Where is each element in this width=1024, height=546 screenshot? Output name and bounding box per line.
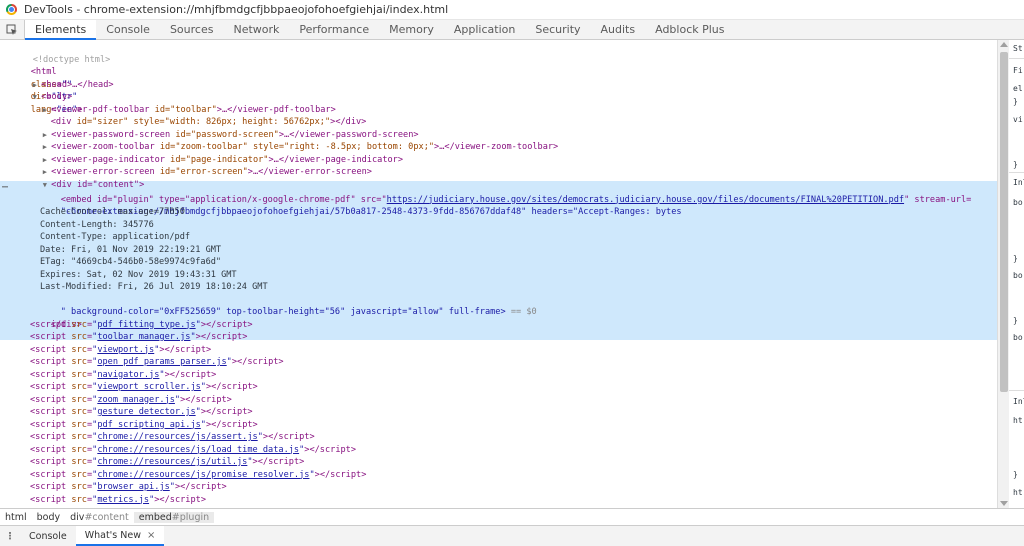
inspect-element-button[interactable] [0, 20, 25, 39]
dom-line-embed-header[interactable]: ETag: "4669cb4-546b0-58e9974c9fa6d" [40, 256, 221, 269]
dom-line-node[interactable]: ▶ <viewer-password-screen id="password-s… [22, 116, 419, 140]
dom-line-script[interactable]: <script src="gesture_detector.js"></scri… [30, 406, 253, 419]
style-rule-text: bo [1013, 333, 1023, 342]
tab-network[interactable]: Network [223, 20, 289, 39]
dom-line-embed-header[interactable]: Content-Type: application/pdf [40, 231, 190, 244]
dom-line-script[interactable]: <script src="chrome://resources/js/load_… [30, 444, 356, 457]
dom-line-script[interactable]: <script src="zoom_manager.js"></script> [30, 394, 232, 407]
scroll-down-arrow-icon[interactable] [1000, 501, 1008, 506]
breadcrumb-embed-plugin[interactable]: embed#plugin [133, 512, 215, 523]
drawer-tab-bar: ⋮ Console What's New × [0, 525, 1024, 546]
dom-line-script[interactable]: <script src="viewport.js"></script> [30, 344, 211, 357]
breadcrumb-body[interactable]: body [32, 512, 66, 523]
node-actions-ellipsis[interactable]: ⋯ [2, 182, 8, 193]
drawer-tab-whats-new[interactable]: What's New × [75, 526, 165, 546]
dom-line-embed-header[interactable]: Last-Modified: Fri, 26 Jul 2019 18:10:24… [40, 281, 268, 294]
styles-tab-label[interactable]: St [1013, 44, 1023, 53]
dom-line-head[interactable]: ▶ <head>…</head> [12, 66, 114, 90]
style-rule-text: } [1013, 160, 1018, 169]
dom-line-body[interactable]: ▼ <body> [12, 79, 72, 102]
tab-performance[interactable]: Performance [289, 20, 379, 39]
dom-line-node[interactable]: ▶ <viewer-pdf-toolbar id="toolbar">…</vi… [22, 91, 336, 115]
dom-line-script[interactable]: <script src="open_pdf_params_parser.js">… [30, 356, 284, 369]
dom-line-embed-stream[interactable]: "chrome-extension://mhjfbmdgcfjbbpaeojof… [40, 194, 682, 217]
style-rule-text: } [1013, 254, 1018, 263]
inspect-cursor-icon [6, 24, 17, 35]
tab-sources[interactable]: Sources [160, 20, 224, 39]
dom-line-script[interactable]: <script src="toolbar_manager.js"></scrip… [30, 331, 247, 344]
style-section-label: Inl [1013, 178, 1024, 187]
dom-line-embed-header[interactable]: Date: Fri, 01 Nov 2019 22:19:21 GMT [40, 244, 221, 257]
dom-line-script[interactable]: <script src="viewport_scroller.js"></scr… [30, 381, 258, 394]
tab-audits[interactable]: Audits [591, 20, 646, 39]
style-rule-text: ht [1013, 488, 1023, 497]
dom-line-content-div[interactable]: ▼ <div id="content"> [22, 166, 145, 190]
style-rule-text: vi [1013, 115, 1023, 124]
dom-line-script[interactable]: <script src="metrics.js"></script> [30, 494, 206, 507]
scrollbar-thumb[interactable] [1000, 52, 1008, 392]
dom-line-script[interactable]: <script src="navigator.js"></script> [30, 369, 216, 382]
tab-console[interactable]: Console [96, 20, 160, 39]
style-rule-text: ht [1013, 416, 1023, 425]
tab-elements[interactable]: Elements [25, 20, 97, 40]
style-rule-text: } [1013, 470, 1018, 479]
elements-dom-tree[interactable]: ⋯ <!doctype html> <html class="" dir="lt… [0, 40, 997, 508]
devtools-tab-bar: Elements Console Sources Network Perform… [0, 20, 1024, 40]
style-rule-text: } [1013, 316, 1018, 325]
dom-line-script[interactable]: <script src="browser_api.js"></script> [30, 481, 227, 494]
dom-line-script[interactable]: <script src="chrome://resources/js/promi… [30, 469, 366, 482]
dom-line-script[interactable]: <script src="pdf_fitting_type.js"></scri… [30, 319, 253, 332]
close-icon[interactable]: × [147, 530, 155, 541]
styles-filter-label[interactable]: Fi [1013, 66, 1023, 75]
dom-line-script[interactable]: <script src="chrome://resources/js/asser… [30, 431, 315, 444]
tab-security[interactable]: Security [525, 20, 590, 39]
style-rule-text: el [1013, 84, 1023, 93]
tab-adblock-plus[interactable]: Adblock Plus [645, 20, 734, 39]
tab-application[interactable]: Application [444, 20, 525, 39]
dom-line-html[interactable]: <html class="" dir="ltr" lang="en"> [10, 54, 83, 115]
dom-line-script[interactable]: <script src="pdf_scripting_api.js"></scr… [30, 419, 258, 432]
tab-memory[interactable]: Memory [379, 20, 444, 39]
window-title-bar: DevTools - chrome-extension://mhjfbmdgcf… [0, 0, 1024, 20]
scroll-up-arrow-icon[interactable] [1000, 42, 1008, 47]
dom-line-div-close[interactable]: </div> [30, 306, 82, 330]
dom-line-node[interactable]: ▶ <viewer-error-screen id="error-screen"… [22, 154, 372, 177]
dom-line-node[interactable]: ▶ <viewer-zoom-toolbar id="zoom-toolbar"… [22, 129, 559, 152]
dom-line-embed[interactable]: <embed id="plugin" type="application/x-g… [40, 181, 972, 205]
style-rule-text: } [1013, 97, 1018, 106]
window-title: DevTools - chrome-extension://mhjfbmdgcf… [24, 3, 449, 16]
dom-line-embed-header[interactable]: Content-Length: 345776 [40, 219, 154, 232]
breadcrumb-html[interactable]: html [0, 512, 32, 523]
drawer-menu-kebab-icon[interactable]: ⋮ [0, 526, 20, 546]
style-section-label: Inl [1013, 397, 1024, 406]
dom-breadcrumb: html body div#content embed#plugin [0, 508, 1024, 526]
chrome-logo-icon [6, 4, 17, 15]
style-rule-text: bo [1013, 198, 1023, 207]
drawer-tab-console[interactable]: Console [20, 526, 76, 546]
selected-node-marker: == $0 [510, 307, 537, 317]
dom-line-node[interactable]: ▶ <viewer-page-indicator id="page-indica… [22, 141, 403, 165]
dom-line-node[interactable]: <div id="sizer" style="width: 826px; hei… [30, 104, 367, 127]
style-rule-text: bo [1013, 271, 1023, 280]
dom-line-embed-header[interactable]: Cache-Control: max-age=77050 [40, 206, 185, 219]
dom-line-embed-header[interactable]: Expires: Sat, 02 Nov 2019 19:43:31 GMT [40, 269, 237, 282]
dom-line-script[interactable]: <script src="chrome://resources/js/util.… [30, 456, 304, 469]
styles-side-panel[interactable]: St Fi el } vi } Inl bo } bo } bo Inl ht … [1009, 40, 1024, 508]
dom-line-doctype[interactable]: <!doctype html> [12, 41, 111, 65]
breadcrumb-div-content[interactable]: div#content [65, 512, 134, 523]
dom-line-embed-end[interactable]: " background-color="0xFF525659" top-tool… [40, 294, 537, 317]
